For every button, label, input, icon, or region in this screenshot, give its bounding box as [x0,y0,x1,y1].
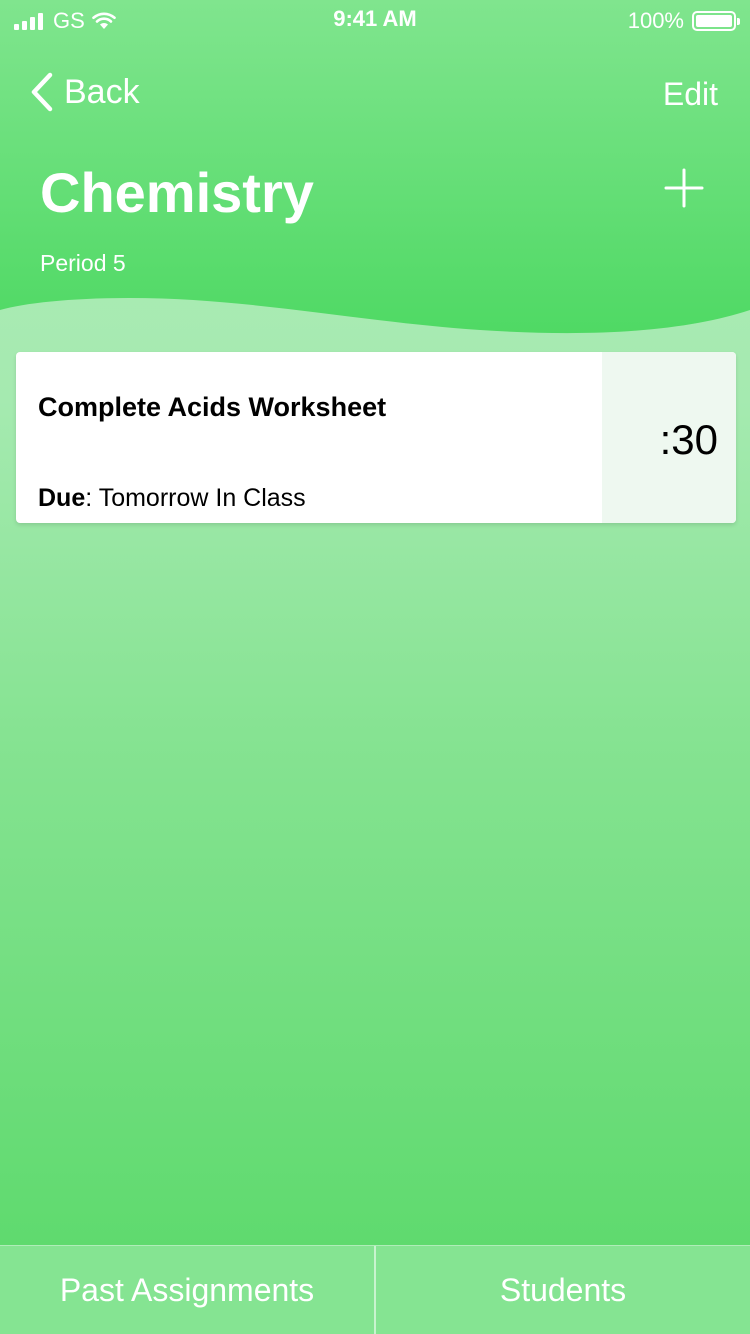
back-label: Back [64,72,140,111]
tab-past-assignments[interactable]: Past Assignments [0,1246,374,1334]
period-subtitle: Period 5 [40,250,126,276]
due-label: Due [38,484,86,512]
battery-icon [692,11,740,31]
header: GS 9:41 AM 100% Back Edit Chemistry Peri… [0,0,750,340]
chevron-left-icon [31,72,53,112]
back-button[interactable]: Back [30,72,140,112]
assignment-time: :30 [659,416,718,463]
battery-percent: 100% [627,8,684,33]
assignment-title: Complete Acids Worksheet [38,392,387,422]
time-box: :30 [602,352,736,523]
plus-icon [664,168,704,208]
add-button[interactable] [664,168,704,208]
page-title: Chemistry [40,161,314,224]
edit-button[interactable]: Edit [663,76,718,113]
due-value: Tomorrow In Class [98,484,306,512]
status-right: 100% [627,8,740,34]
assignment-card[interactable]: Complete Acids Worksheet Due: Tomorrow I… [16,352,736,523]
bottom-tabbar: Past Assignments Students [0,1245,750,1334]
status-bar: GS 9:41 AM 100% [0,0,750,40]
screen: GS 9:41 AM 100% Back Edit Chemistry Peri… [0,0,750,1334]
tab-students[interactable]: Students [376,1246,750,1334]
assignment-due: Due: Tomorrow In Class [38,484,306,512]
